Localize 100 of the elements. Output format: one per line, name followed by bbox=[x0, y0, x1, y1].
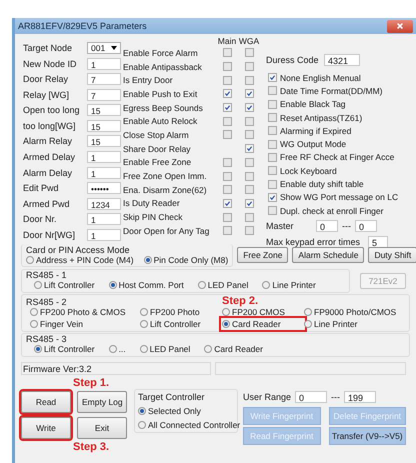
checkbox[interactable] bbox=[268, 140, 277, 149]
checkbox-label[interactable]: Show WG Port message on LC bbox=[280, 192, 398, 202]
radio-label[interactable]: FP9000 Photo/CMOS bbox=[314, 307, 396, 317]
radio-label[interactable]: Card Reader bbox=[214, 344, 263, 354]
checkbox[interactable] bbox=[244, 62, 254, 72]
checkbox-label[interactable]: None English Menual bbox=[280, 72, 361, 83]
checkbox-label[interactable]: WG Output Mode bbox=[280, 139, 346, 150]
checkbox[interactable] bbox=[268, 206, 277, 216]
radio-button[interactable] bbox=[140, 320, 148, 328]
input-field[interactable]: 1 bbox=[87, 166, 121, 179]
radio-label[interactable]: All Connected Controller bbox=[148, 420, 240, 430]
checkbox[interactable] bbox=[268, 166, 277, 176]
radio-label[interactable]: Host Comm. Port bbox=[118, 280, 184, 290]
checkbox[interactable] bbox=[222, 212, 232, 222]
checkbox[interactable] bbox=[244, 212, 254, 222]
button[interactable]: Read bbox=[21, 391, 71, 413]
checkbox[interactable] bbox=[222, 89, 232, 98]
button[interactable]: Duty Shift bbox=[368, 247, 416, 263]
checkbox[interactable] bbox=[222, 76, 232, 85]
radio-label[interactable]: Address + PIN Code (M4) bbox=[36, 254, 134, 264]
input-field[interactable]: 15 bbox=[87, 135, 121, 148]
checkbox[interactable] bbox=[268, 126, 277, 136]
button[interactable]: Write bbox=[21, 417, 71, 439]
radio-label[interactable]: Lift Controller bbox=[44, 280, 95, 290]
input-field[interactable]: 199 bbox=[344, 390, 376, 402]
checkbox[interactable] bbox=[268, 180, 277, 189]
checkbox-label[interactable]: Dupl. check at enroll Finger bbox=[280, 206, 384, 216]
input-field[interactable]: 7 bbox=[87, 88, 121, 101]
input-field[interactable]: 1234 bbox=[87, 198, 121, 210]
checkbox[interactable] bbox=[268, 113, 277, 122]
radio-button[interactable] bbox=[304, 308, 312, 316]
checkbox[interactable] bbox=[244, 48, 254, 58]
radio-button[interactable] bbox=[262, 281, 270, 289]
radio-label[interactable]: Pin Code Only (M8) bbox=[154, 254, 228, 264]
checkbox[interactable] bbox=[244, 103, 254, 112]
checkbox[interactable] bbox=[268, 192, 277, 202]
checkbox[interactable] bbox=[268, 86, 277, 96]
radio-button[interactable] bbox=[198, 281, 206, 289]
checkbox-label[interactable]: Enable duty shift table bbox=[280, 179, 364, 190]
checkbox[interactable] bbox=[222, 198, 232, 208]
radio-button[interactable] bbox=[138, 421, 146, 429]
checkbox-label[interactable]: Free RF Check at Finger Acce bbox=[280, 152, 394, 162]
radio-button[interactable] bbox=[30, 308, 38, 316]
radio-button[interactable] bbox=[26, 256, 34, 264]
button[interactable]: Alarm Schedule bbox=[292, 247, 364, 263]
input-field[interactable]: 5 bbox=[368, 236, 388, 248]
checkbox[interactable] bbox=[222, 48, 232, 58]
checkbox[interactable] bbox=[222, 116, 232, 126]
close-button[interactable] bbox=[387, 20, 413, 32]
radio-button[interactable] bbox=[222, 320, 230, 328]
input-field[interactable]: 0 bbox=[316, 220, 338, 232]
checkbox-label[interactable]: Enable Black Tag bbox=[280, 99, 346, 110]
radio-button[interactable] bbox=[144, 256, 152, 264]
radio-button[interactable] bbox=[140, 308, 148, 316]
radio-button[interactable] bbox=[108, 345, 117, 353]
radio-label[interactable]: Selected Only bbox=[148, 406, 201, 416]
checkbox[interactable] bbox=[244, 76, 254, 85]
checkbox[interactable] bbox=[244, 185, 254, 194]
radio-label[interactable]: FP200 Photo & CMOS bbox=[40, 307, 126, 317]
checkbox[interactable] bbox=[244, 226, 254, 236]
checkbox[interactable] bbox=[222, 185, 232, 194]
checkbox[interactable] bbox=[268, 152, 277, 162]
checkbox[interactable] bbox=[244, 89, 254, 98]
input-field[interactable]: 1 bbox=[87, 228, 121, 241]
checkbox[interactable] bbox=[244, 198, 254, 208]
dropdown[interactable]: 001 bbox=[87, 42, 121, 54]
input-field[interactable]: 7 bbox=[87, 73, 121, 86]
input-field[interactable]: 15 bbox=[87, 120, 121, 132]
radio-label[interactable]: LED Panel bbox=[208, 280, 248, 290]
radio-button[interactable] bbox=[108, 281, 117, 289]
radio-label[interactable]: FP200 CMOS bbox=[232, 307, 285, 317]
radio-label[interactable]: Lift Controller bbox=[150, 319, 201, 329]
checkbox[interactable] bbox=[222, 226, 232, 236]
radio-label[interactable]: Lift Controller bbox=[44, 344, 95, 354]
radio-label[interactable]: FP200 Photo bbox=[150, 307, 200, 317]
radio-button[interactable] bbox=[304, 320, 312, 328]
input-field[interactable]: 4321 bbox=[324, 54, 360, 66]
input-field[interactable]: 1 bbox=[87, 58, 121, 70]
radio-label[interactable]: ... bbox=[118, 344, 126, 354]
checkbox[interactable] bbox=[222, 172, 232, 181]
input-field[interactable]: •••••• bbox=[87, 182, 121, 194]
radio-label[interactable]: Line Printer bbox=[272, 280, 316, 290]
radio-button[interactable] bbox=[34, 281, 42, 289]
checkbox[interactable] bbox=[244, 172, 254, 181]
radio-button[interactable] bbox=[30, 320, 38, 328]
input-field[interactable]: 1 bbox=[87, 213, 121, 226]
button[interactable]: Transfer (V9-->V5) bbox=[328, 427, 406, 445]
checkbox[interactable] bbox=[268, 73, 277, 82]
radio-label[interactable]: Line Printer bbox=[314, 319, 358, 329]
checkbox[interactable] bbox=[222, 158, 232, 167]
checkbox[interactable] bbox=[222, 130, 232, 140]
button[interactable]: Exit bbox=[77, 417, 127, 439]
radio-label[interactable]: Finger Vein bbox=[40, 319, 83, 329]
radio-label[interactable]: Card Reader bbox=[232, 319, 281, 329]
input-field[interactable]: 15 bbox=[87, 104, 121, 116]
radio-button[interactable] bbox=[140, 345, 148, 353]
radio-button[interactable] bbox=[204, 345, 212, 353]
radio-button[interactable] bbox=[138, 407, 146, 415]
checkbox[interactable] bbox=[244, 158, 254, 167]
input-field[interactable]: 0 bbox=[295, 390, 327, 402]
